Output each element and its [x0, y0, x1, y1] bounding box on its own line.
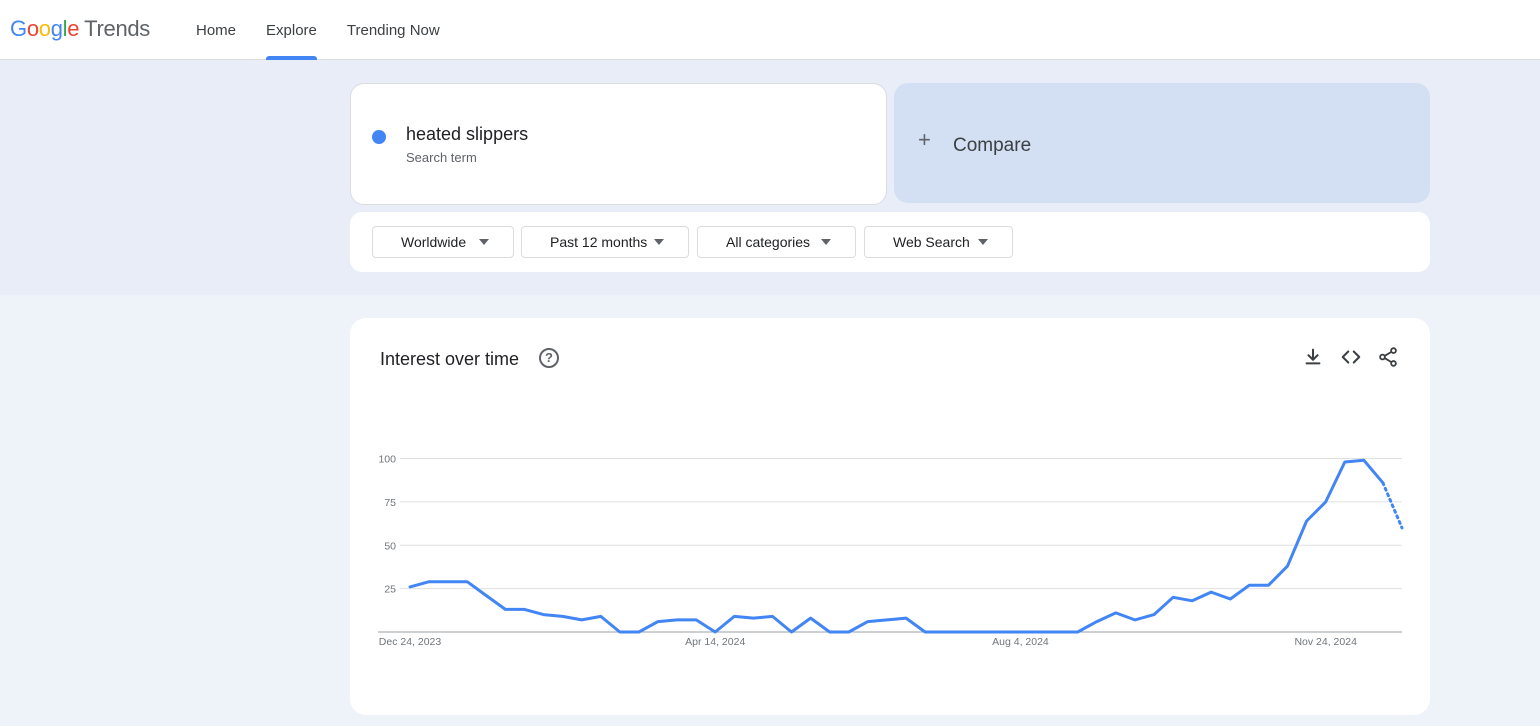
google-trends-logo[interactable]: Google Trends: [10, 16, 150, 42]
data-point[interactable]: [940, 628, 948, 636]
data-point[interactable]: [559, 612, 567, 620]
data-point[interactable]: [444, 578, 452, 586]
data-point[interactable]: [482, 592, 490, 600]
term-color-dot: [372, 130, 386, 144]
caret-down-icon: [479, 239, 489, 245]
search-type-filter-label: Web Search: [893, 234, 970, 250]
nav-trending-now[interactable]: Trending Now: [347, 0, 440, 60]
data-point[interactable]: [1131, 616, 1139, 624]
logo-letter: o: [26, 16, 39, 41]
data-point[interactable]: [692, 616, 700, 624]
data-point[interactable]: [1074, 628, 1082, 636]
compare-button[interactable]: + Compare: [894, 83, 1430, 203]
data-point[interactable]: [597, 612, 605, 620]
x-tick-label: Apr 14, 2024: [685, 636, 745, 648]
plus-icon: +: [918, 127, 931, 152]
data-point[interactable]: [921, 628, 929, 636]
filter-bar: Worldwide Past 12 months All categories …: [350, 212, 1430, 272]
data-point[interactable]: [616, 628, 624, 636]
data-point[interactable]: [463, 578, 471, 586]
data-point[interactable]: [1055, 628, 1063, 636]
compare-label: Compare: [953, 135, 1032, 156]
data-point[interactable]: [1398, 524, 1406, 532]
data-point[interactable]: [501, 605, 509, 613]
logo-letter: G: [10, 16, 27, 41]
data-point[interactable]: [635, 628, 643, 636]
y-tick-label: 100: [378, 454, 396, 466]
nav-explore[interactable]: Explore: [266, 0, 317, 60]
data-point[interactable]: [845, 628, 853, 636]
data-point[interactable]: [749, 614, 757, 622]
data-point[interactable]: [978, 628, 986, 636]
x-tick-label: Dec 24, 2023: [379, 636, 442, 648]
time-range-filter-label: Past 12 months: [550, 234, 648, 250]
data-point[interactable]: [578, 616, 586, 624]
data-point[interactable]: [1322, 498, 1330, 506]
data-point[interactable]: [864, 618, 872, 626]
interest-line-chart: 25 50 75 100 Dec 24, 2023 Apr 14, 2024 Aug 4, …: [378, 454, 1406, 648]
nav-home[interactable]: Home: [196, 0, 236, 60]
x-tick-label: Nov 24, 2024: [1294, 636, 1357, 648]
data-point[interactable]: [997, 628, 1005, 636]
data-point[interactable]: [1303, 517, 1311, 525]
data-point[interactable]: [425, 578, 433, 586]
category-filter[interactable]: All categories: [697, 226, 856, 258]
data-point[interactable]: [1264, 581, 1272, 589]
logo-trends-word: Trends: [84, 16, 151, 41]
data-point[interactable]: [520, 605, 528, 613]
interest-over-time-card: Interest over time ? 25 50 75 100 Dec 24, 20…: [350, 318, 1430, 715]
data-point[interactable]: [902, 614, 910, 622]
data-point[interactable]: [788, 628, 796, 636]
data-point[interactable]: [1188, 597, 1196, 605]
logo-letter: e: [67, 16, 80, 41]
data-point[interactable]: [1226, 595, 1234, 603]
caret-down-icon: [821, 239, 831, 245]
data-point[interactable]: [807, 614, 815, 622]
data-point[interactable]: [768, 612, 776, 620]
data-point[interactable]: [654, 618, 662, 626]
region-filter-label: Worldwide: [401, 234, 467, 250]
data-point[interactable]: [1036, 628, 1044, 636]
logo-letter: g: [50, 16, 63, 41]
search-term-card[interactable]: heated slippers Search term: [350, 83, 887, 205]
data-point[interactable]: [540, 611, 548, 619]
data-point[interactable]: [1341, 458, 1349, 466]
main-nav: Home Explore Trending Now: [196, 0, 470, 60]
data-point[interactable]: [673, 616, 681, 624]
data-point[interactable]: [1379, 479, 1387, 487]
caret-down-icon: [654, 239, 664, 245]
data-point[interactable]: [826, 628, 834, 636]
data-point[interactable]: [1016, 628, 1024, 636]
data-point[interactable]: [730, 612, 738, 620]
data-point[interactable]: [1093, 618, 1101, 626]
data-point[interactable]: [406, 583, 414, 591]
data-point[interactable]: [711, 628, 719, 636]
data-point[interactable]: [959, 628, 967, 636]
series-line-complete: [408, 458, 1385, 634]
category-filter-label: All categories: [726, 234, 811, 250]
top-app-bar: Google Trends Home Explore Trending Now: [0, 0, 1540, 60]
series-line-partial: [1381, 481, 1404, 530]
data-point[interactable]: [1169, 593, 1177, 601]
data-point[interactable]: [1245, 581, 1253, 589]
search-type-filter[interactable]: Web Search: [864, 226, 1013, 258]
search-term-name[interactable]: heated slippers: [406, 124, 528, 145]
y-tick-label: 25: [384, 584, 396, 596]
data-point[interactable]: [883, 616, 891, 624]
data-point[interactable]: [1150, 611, 1158, 619]
x-tick-label: Aug 4, 2024: [992, 636, 1049, 648]
time-range-filter[interactable]: Past 12 months: [521, 226, 689, 258]
region-filter[interactable]: Worldwide: [372, 226, 514, 258]
data-point[interactable]: [1360, 456, 1368, 464]
y-tick-label: 50: [384, 540, 396, 552]
data-point[interactable]: [1112, 609, 1120, 617]
logo-letter: o: [38, 16, 51, 41]
data-point[interactable]: [1207, 588, 1215, 596]
y-tick-label: 75: [384, 497, 396, 509]
data-point[interactable]: [1284, 562, 1292, 570]
search-term-type: Search term: [406, 150, 477, 165]
caret-down-icon: [978, 239, 988, 245]
